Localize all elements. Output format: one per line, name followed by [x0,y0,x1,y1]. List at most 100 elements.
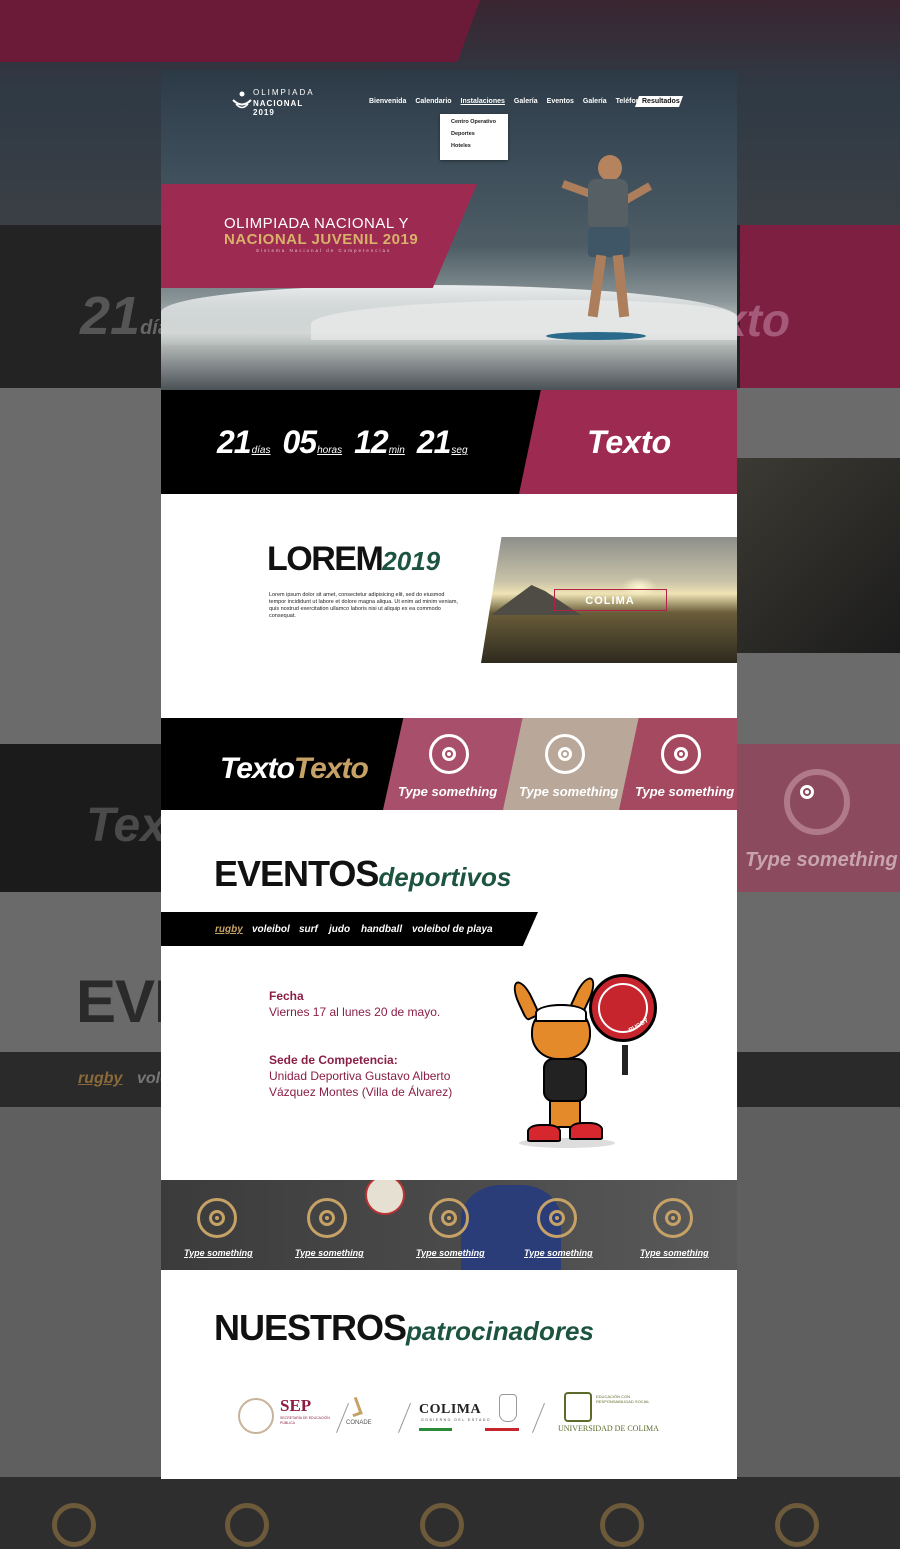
colima-flag-bar [419,1428,519,1431]
target-icon [197,1198,237,1238]
sport-tabs: rugby voleibol surf judo handball voleib… [161,912,538,946]
volleyball [365,1180,405,1215]
mascot-illustration: RUGBY [509,970,663,1155]
countdown-seconds: 21 [416,424,452,460]
sponsor-logos: SEP SECRETARÍA DE EDUCACIÓN PÚBLICA CONA… [238,1392,668,1442]
event-info: Fecha Viernes 17 al lunes 20 de mayo. Se… [269,988,459,1100]
background-ring-icon [775,1503,819,1547]
countdown-seconds-label: seg [451,445,468,456]
page: OLIMPIADA NACIONAL 2019 Bienvenida Calen… [161,70,737,1479]
feature-card[interactable]: Type something [619,718,737,810]
udc-logo[interactable]: UNIVERSIDAD DE COLIMA [558,1424,659,1433]
colima-logo[interactable]: COLIMA [419,1402,481,1418]
target-icon [537,1198,577,1238]
countdown-bar: 21 días 05 horas 12 min 21 seg Texto [161,390,737,494]
background-ring-icon [600,1503,644,1547]
olympiad-logo-icon [232,91,252,109]
hero-title-line1: OLIMPIADA NACIONAL Y [224,215,410,232]
target-icon [545,734,585,774]
sponsors-title: NUESTROSpatrocinadores [214,1307,594,1348]
countdown-timer: 21 días 05 horas 12 min 21 seg [217,426,480,458]
intro-body: Lorem ipsum dolor sit amet, consectetur … [269,592,458,619]
target-icon [307,1198,347,1238]
background-ring-icon [52,1503,96,1547]
date-value: Viernes 17 al lunes 20 de mayo. [269,1005,441,1019]
intro-title: LOREM2019 [267,540,441,578]
nav-eventos[interactable]: Eventos [547,98,574,112]
conade-logo[interactable]: CONADE [346,1420,372,1426]
divider [398,1402,411,1434]
tab-judo[interactable]: judo [329,924,350,935]
divider [336,1402,349,1434]
colima-crest-icon [499,1394,517,1422]
background-ring-icon [225,1503,269,1547]
target-icon [429,1198,469,1238]
target-icon [661,734,701,774]
venue-label: Sede de Competencia: [269,1053,398,1067]
countdown-days: 21 [217,424,252,460]
countdown-minutes: 12 [354,424,389,460]
background-ring-icon [784,769,850,835]
nav-calendario[interactable]: Calendario [415,98,451,112]
nav-resultados-button[interactable]: Resultados [634,96,684,107]
strip-title: TextoTexto [220,752,369,785]
dropdown-item-deportes[interactable]: Deportes [451,131,508,143]
target-icon [653,1198,693,1238]
dropdown-item-centro-operativo[interactable]: Centro Operativo [451,119,508,131]
tab-voleibol-de-playa[interactable]: voleibol de playa [412,924,493,935]
countdown-minutes-label: min [388,445,405,456]
nav-galeria[interactable]: Galería [514,98,538,112]
ring-link[interactable]: Type something [524,1248,593,1258]
sep-logo[interactable]: SEP [280,1396,311,1416]
nav-instalaciones[interactable]: Instalaciones [461,98,505,112]
feature-card-label: Type something [635,784,735,799]
countdown-days-label: días [251,445,271,456]
dropdown-item-hoteles[interactable]: Hoteles [451,143,508,155]
tab-rugby[interactable]: rugby [215,924,243,935]
background-band [0,0,481,62]
nav-galeria-2[interactable]: Galería [583,98,607,112]
ring-link[interactable]: Type something [416,1248,485,1258]
udc-tagline: EDUCACIÓN CON RESPONSABILIDAD SOCIAL [596,1394,650,1404]
mexico-seal-icon [238,1398,274,1434]
tab-voleibol[interactable]: voleibol [252,924,290,935]
colima-video-label[interactable]: COLIMA [554,589,667,611]
tab-handball[interactable]: handball [361,924,402,935]
background-tab-rugby: rugby [78,1070,123,1087]
surfer-photo [561,155,653,345]
conade-icon [347,1396,363,1418]
udc-seal-icon [564,1392,592,1422]
background-strip-title: Tex [86,799,167,852]
colima-subtitle: GOBIERNO DEL ESTADO [421,1418,492,1422]
ring-link[interactable]: Type something [295,1248,364,1258]
logo-text-top: OLIMPIADA [253,88,315,97]
ring-link[interactable]: Type something [640,1248,709,1258]
hero-subtitle: Sistema Nacional de Competencias [256,248,392,253]
site-logo[interactable]: OLIMPIADA NACIONAL 2019 [231,87,321,117]
countdown-side-text: Texto [587,424,672,460]
main-nav: Bienvenida Calendario Instalaciones Gale… [369,98,657,112]
divider [532,1402,545,1434]
ring-link[interactable]: Type something [184,1248,253,1258]
logo-text-bottom: NACIONAL 2019 [253,99,304,117]
rugby-badge-icon: RUGBY [589,974,657,1075]
venue-value: Unidad Deportiva Gustavo Alberto Vázquez… [269,1069,453,1099]
instalaciones-dropdown: Centro Operativo Deportes Hoteles [440,114,508,160]
countdown-hours: 05 [282,424,318,460]
date-label: Fecha [269,989,304,1003]
background-photo [737,458,900,653]
background-ring-icon [420,1503,464,1547]
target-icon [429,734,469,774]
background-strip-label: Type something [745,849,898,871]
feature-card-label: Type something [398,784,498,799]
sports-icon-row: Type something Type something Type somet… [161,1180,737,1270]
tab-surf[interactable]: surf [299,924,318,935]
hero-title-line2: NACIONAL JUVENIL 2019 [224,231,419,248]
background-bottom [0,1477,900,1549]
sep-subtitle: SECRETARÍA DE EDUCACIÓN PÚBLICA [280,1416,330,1425]
feature-card-label: Type something [519,784,619,799]
events-title: EVENTOSdeportivos [214,853,512,894]
nav-resultados-label: Resultados [642,98,680,105]
countdown-hours-label: horas [317,445,343,456]
nav-bienvenida[interactable]: Bienvenida [369,98,406,112]
